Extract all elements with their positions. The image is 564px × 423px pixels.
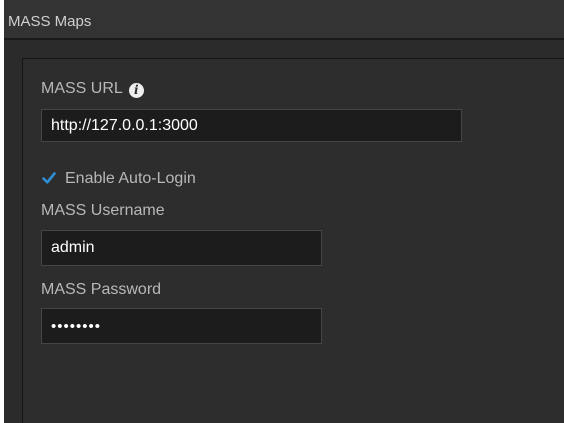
panel-header[interactable]: MASS Maps [4, 0, 564, 40]
auto-login-label[interactable]: Enable Auto-Login [65, 170, 196, 188]
url-label: MASS URL [41, 80, 123, 97]
username-input[interactable] [41, 230, 322, 266]
panel-title: MASS Maps [8, 13, 92, 30]
checkmark-icon [42, 172, 56, 184]
password-input[interactable] [41, 308, 322, 344]
username-label: MASS Username [41, 202, 165, 219]
url-label-row: MASS URL i [41, 80, 144, 98]
window: MASS Maps MASS URL i Enable Auto-Login MA… [0, 0, 564, 423]
url-input[interactable] [41, 109, 462, 142]
password-label: MASS Password [41, 281, 162, 298]
settings-section: MASS URL i Enable Auto-Login MASS Usernam… [22, 58, 564, 423]
mass-maps-panel: MASS Maps MASS URL i Enable Auto-Login MA… [4, 0, 564, 423]
info-icon[interactable]: i [128, 83, 144, 98]
auto-login-checkbox[interactable] [41, 170, 57, 186]
